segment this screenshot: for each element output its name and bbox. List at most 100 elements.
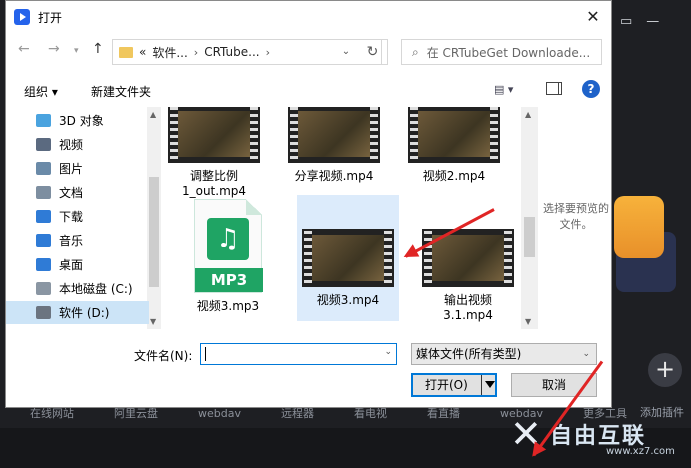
download-icon xyxy=(36,210,51,223)
sidebar-item-label: 本地磁盘 (C:) xyxy=(59,282,133,296)
scroll-thumb[interactable] xyxy=(524,217,535,257)
mp3-file-icon: ♫ MP3 xyxy=(194,199,263,293)
pictures-folder-icon xyxy=(36,162,51,175)
sidebar-item-label: 软件 (D:) xyxy=(59,306,110,320)
dialog-footer: 文件名(N): ⌄ 媒体文件(所有类型) ⌄ 打开(O) 取消 xyxy=(6,331,611,409)
sidebar-item[interactable]: 3D 对象 xyxy=(6,109,149,132)
help-icon[interactable]: ? xyxy=(582,80,600,98)
view-options-icon[interactable]: ▤ ▾ xyxy=(494,83,513,96)
filename-label: 文件名(N): xyxy=(134,349,193,363)
sidebar-item[interactable]: 桌面 xyxy=(6,253,149,276)
sidebar-item[interactable]: 本地磁盘 (C:) xyxy=(6,277,149,300)
music-note-icon: ♫ xyxy=(207,218,249,260)
video-folder-icon xyxy=(36,138,51,151)
file-item[interactable]: 输出视频 3.1.mp4 xyxy=(417,195,519,322)
close-icon[interactable]: — xyxy=(646,14,659,29)
search-placeholder: 在 CRTubeGet Downloade... xyxy=(426,45,591,60)
navigation-pane: ▲ ▼ 3D 对象视频图片文档下载音乐桌面本地磁盘 (C:) 软件 (D:) xyxy=(6,107,161,329)
sidebar-item-label: 下载 xyxy=(59,210,84,224)
open-file-dialog: 打开 ✕ ← → ▾ ↑ « 软件... › CRTube... › ⌄ ↻ ⌕… xyxy=(5,0,612,408)
forward-arrow-icon[interactable]: → xyxy=(48,41,60,57)
video-thumbnail-icon xyxy=(168,107,260,163)
open-dropdown-icon[interactable] xyxy=(485,381,495,388)
minimize-icon[interactable]: ▭ xyxy=(620,14,632,29)
3d-objects-icon xyxy=(36,114,51,127)
close-button[interactable]: ✕ xyxy=(579,4,607,30)
up-arrow-icon[interactable]: ↑ xyxy=(92,41,104,57)
sidebar-item-label: 文档 xyxy=(59,186,84,200)
file-item[interactable]: 视频3.mp4 xyxy=(297,195,399,321)
open-button[interactable]: 打开(O) xyxy=(411,373,497,397)
text-caret xyxy=(205,347,206,361)
sidebar-item-label: 视频 xyxy=(59,138,84,152)
address-dropdown-icon[interactable]: ⌄ xyxy=(336,39,356,65)
video-thumbnail-icon xyxy=(288,107,380,163)
chevron-right-icon[interactable]: › xyxy=(194,46,198,59)
files-scrollbar[interactable]: ▲ ▼ xyxy=(521,107,538,329)
window-controls: ▭ — xyxy=(620,14,673,29)
music-icon xyxy=(36,234,51,247)
breadcrumb-overflow[interactable]: « xyxy=(139,45,146,59)
new-folder-button[interactable]: 新建文件夹 xyxy=(91,83,151,100)
preview-message: 选择要预览的文件。 xyxy=(543,202,609,231)
file-item[interactable]: 分享视频.mp4 xyxy=(283,107,385,191)
file-item[interactable]: ♫ MP3 视频3.mp3 xyxy=(177,195,279,321)
sidebar-item-label: 图片 xyxy=(59,162,84,176)
sidebar-item[interactable]: 文档 xyxy=(6,181,149,204)
filetype-value: 媒体文件(所有类型) xyxy=(416,347,522,361)
back-arrow-icon[interactable]: ← xyxy=(18,41,30,57)
file-name: 视频3.mp4 xyxy=(316,293,380,307)
scroll-up-icon[interactable]: ▲ xyxy=(525,110,531,119)
sidebar-item[interactable]: 音乐 xyxy=(6,229,149,252)
search-input[interactable]: ⌕ 在 CRTubeGet Downloade... xyxy=(401,39,602,65)
disk-c-icon xyxy=(36,282,51,295)
desktop-icon xyxy=(36,258,51,271)
chevron-right-icon[interactable]: › xyxy=(266,46,270,59)
disk-d-icon xyxy=(36,306,51,319)
file-name: 输出视频 3.1.mp4 xyxy=(443,293,493,322)
scroll-up-icon[interactable]: ▲ xyxy=(150,110,156,119)
navigation-bar: ← → ▾ ↑ « 软件... › CRTube... › ⌄ ↻ ⌕ 在 CR… xyxy=(6,37,611,69)
scroll-down-icon[interactable]: ▼ xyxy=(525,317,531,326)
split-divider xyxy=(481,375,482,395)
sidebar-item[interactable]: 图片 xyxy=(6,157,149,180)
mp3-badge: MP3 xyxy=(195,268,263,292)
filename-input[interactable]: ⌄ xyxy=(200,343,397,365)
app-icon xyxy=(14,9,30,25)
recent-locations-icon[interactable]: ▾ xyxy=(74,46,79,56)
file-list: 调整比例 1_out.mp4 分享视频.mp4 视频2.mp4 ♫ MP3 视频3.mp3… xyxy=(163,107,521,329)
file-name: 视频2.mp4 xyxy=(422,169,486,183)
scroll-thumb[interactable] xyxy=(149,177,159,287)
filetype-select[interactable]: 媒体文件(所有类型) ⌄ xyxy=(411,343,597,365)
command-toolbar: 组织 ▾ 新建文件夹 ▤ ▾ ? xyxy=(6,77,611,105)
video-thumbnail-icon xyxy=(408,107,500,163)
nav-scrollbar[interactable]: ▲ ▼ xyxy=(147,107,161,329)
watermark-url: www.xz7.com xyxy=(606,446,675,457)
video-thumbnail-icon xyxy=(302,229,394,287)
chevron-down-icon[interactable]: ⌄ xyxy=(384,347,392,357)
sidebar-item[interactable]: 视频 xyxy=(6,133,149,156)
folder-icon xyxy=(119,46,133,58)
chevron-down-icon[interactable]: ⌄ xyxy=(582,344,590,364)
dialog-titlebar: 打开 ✕ xyxy=(6,1,611,33)
preview-pane-icon[interactable] xyxy=(546,82,562,95)
refresh-icon[interactable]: ↻ xyxy=(358,39,388,65)
file-item[interactable]: 调整比例 1_out.mp4 xyxy=(163,107,265,198)
add-plugin-button[interactable]: + xyxy=(648,353,682,387)
sidebar-item-label: 3D 对象 xyxy=(59,114,104,128)
file-name: 分享视频.mp4 xyxy=(294,169,374,183)
breadcrumb-software[interactable]: 软件... xyxy=(152,44,187,61)
file-name: 视频3.mp3 xyxy=(196,299,260,313)
sidebar-item-label: 桌面 xyxy=(59,258,84,272)
organize-button[interactable]: 组织 ▾ xyxy=(24,83,58,100)
scroll-down-icon[interactable]: ▼ xyxy=(150,317,156,326)
sidebar-item-label: 音乐 xyxy=(59,234,84,248)
dialog-title: 打开 xyxy=(38,10,63,25)
breadcrumb-crtube[interactable]: CRTube... xyxy=(204,45,259,59)
file-item[interactable]: 视频2.mp4 xyxy=(403,107,505,191)
open-button-label: 打开(O) xyxy=(425,378,468,392)
documents-folder-icon xyxy=(36,186,51,199)
sidebar-item[interactable]: 下载 xyxy=(6,205,149,228)
sidebar-item[interactable]: 软件 (D:) xyxy=(6,301,149,324)
search-icon: ⌕ xyxy=(412,44,419,59)
